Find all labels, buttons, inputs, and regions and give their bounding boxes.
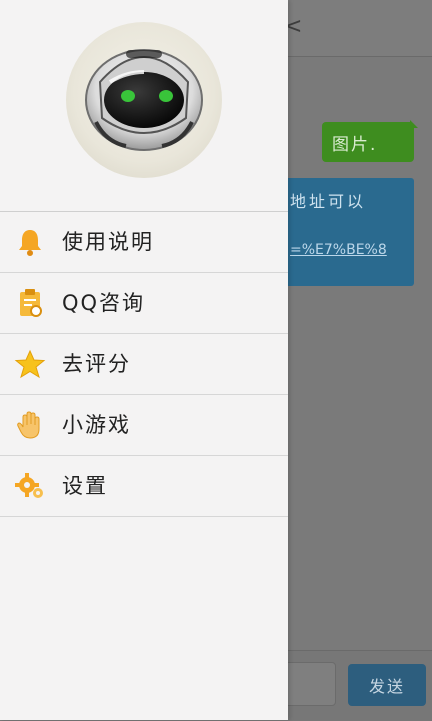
send-button[interactable]: 发送 <box>348 664 426 706</box>
robot-avatar-icon <box>85 49 203 151</box>
message-text: 地址可以 <box>290 192 367 211</box>
received-message-bubble: 地址可以 =%E7%BE%8 <box>276 178 414 286</box>
menu-item-mini-games[interactable]: 小游戏 <box>0 395 288 456</box>
menu-item-label: 小游戏 <box>62 413 131 437</box>
gear-icon <box>14 470 46 502</box>
menu-item-rate[interactable]: 去评分 <box>0 334 288 395</box>
clipboard-icon <box>14 287 46 319</box>
menu-item-settings[interactable]: 设置 <box>0 456 288 517</box>
message-link[interactable]: =%E7%BE%8 <box>290 242 404 258</box>
menu-item-label: QQ咨询 <box>62 291 146 315</box>
sent-message-bubble: 图片. <box>322 122 414 162</box>
hand-icon <box>14 409 46 441</box>
bubble-tail <box>410 120 418 128</box>
avatar[interactable] <box>66 22 222 178</box>
menu-item-label: 设置 <box>62 474 108 498</box>
message-input[interactable] <box>280 662 336 706</box>
bell-icon <box>14 226 46 258</box>
drawer-menu: 使用说明 QQ咨询 去评分 小游戏 设置 <box>0 211 288 517</box>
menu-item-qq-consult[interactable]: QQ咨询 <box>0 273 288 334</box>
menu-item-label: 去评分 <box>62 352 131 376</box>
star-icon <box>14 348 46 380</box>
menu-item-label: 使用说明 <box>62 230 154 254</box>
navigation-drawer: 使用说明 QQ咨询 去评分 小游戏 设置 <box>0 0 288 720</box>
menu-item-instructions[interactable]: 使用说明 <box>0 212 288 273</box>
